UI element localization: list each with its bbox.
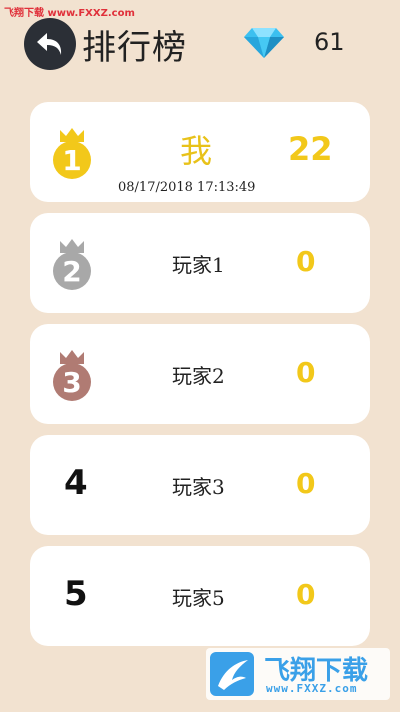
player-score: 0 <box>296 356 316 389</box>
player-score: 0 <box>296 578 316 611</box>
fxxz-logo-icon <box>210 652 254 696</box>
player-name: 玩家1 <box>172 253 225 277</box>
rank-number: 4 <box>64 463 88 503</box>
leaderboard-row-2: 2 玩家1 0 <box>30 213 370 313</box>
player-score: 0 <box>296 245 316 278</box>
player-score: 0 <box>296 467 316 500</box>
crown-silver-2-icon: 2 <box>53 239 91 290</box>
svg-text:2: 2 <box>62 255 81 288</box>
back-arrow-icon <box>37 33 62 55</box>
header: 排行榜 61 <box>0 0 400 82</box>
player-score: 22 <box>288 130 333 168</box>
player-name: 玩家3 <box>172 475 225 499</box>
player-name: 我 <box>180 132 213 170</box>
rank-number: 5 <box>64 574 88 614</box>
player-name: 玩家5 <box>172 586 225 610</box>
diamond-icon <box>244 28 284 58</box>
player-name: 玩家2 <box>172 364 225 388</box>
record-timestamp: 08/17/2018 17:13:49 <box>118 180 256 195</box>
crown-gold-1-icon: 1 <box>53 128 91 179</box>
page-title: 排行榜 <box>82 28 187 68</box>
crown-bronze-3-icon: 3 <box>53 350 91 401</box>
leaderboard-row-5: 5 玩家5 0 <box>30 546 370 646</box>
svg-text:1: 1 <box>62 144 81 177</box>
leaderboard-row-1: 1 我 22 08/17/2018 17:13:49 <box>30 102 370 202</box>
gem-count: 61 <box>314 28 345 56</box>
leaderboard-row-4: 4 玩家3 0 <box>30 435 370 535</box>
back-button[interactable] <box>24 18 76 70</box>
svg-text:3: 3 <box>62 366 81 399</box>
watermark-logo-url: www.FXXZ.com <box>266 682 358 695</box>
leaderboard-row-3: 3 玩家2 0 <box>30 324 370 424</box>
watermark-logo: 飞翔下载 www.FXXZ.com <box>206 648 390 700</box>
